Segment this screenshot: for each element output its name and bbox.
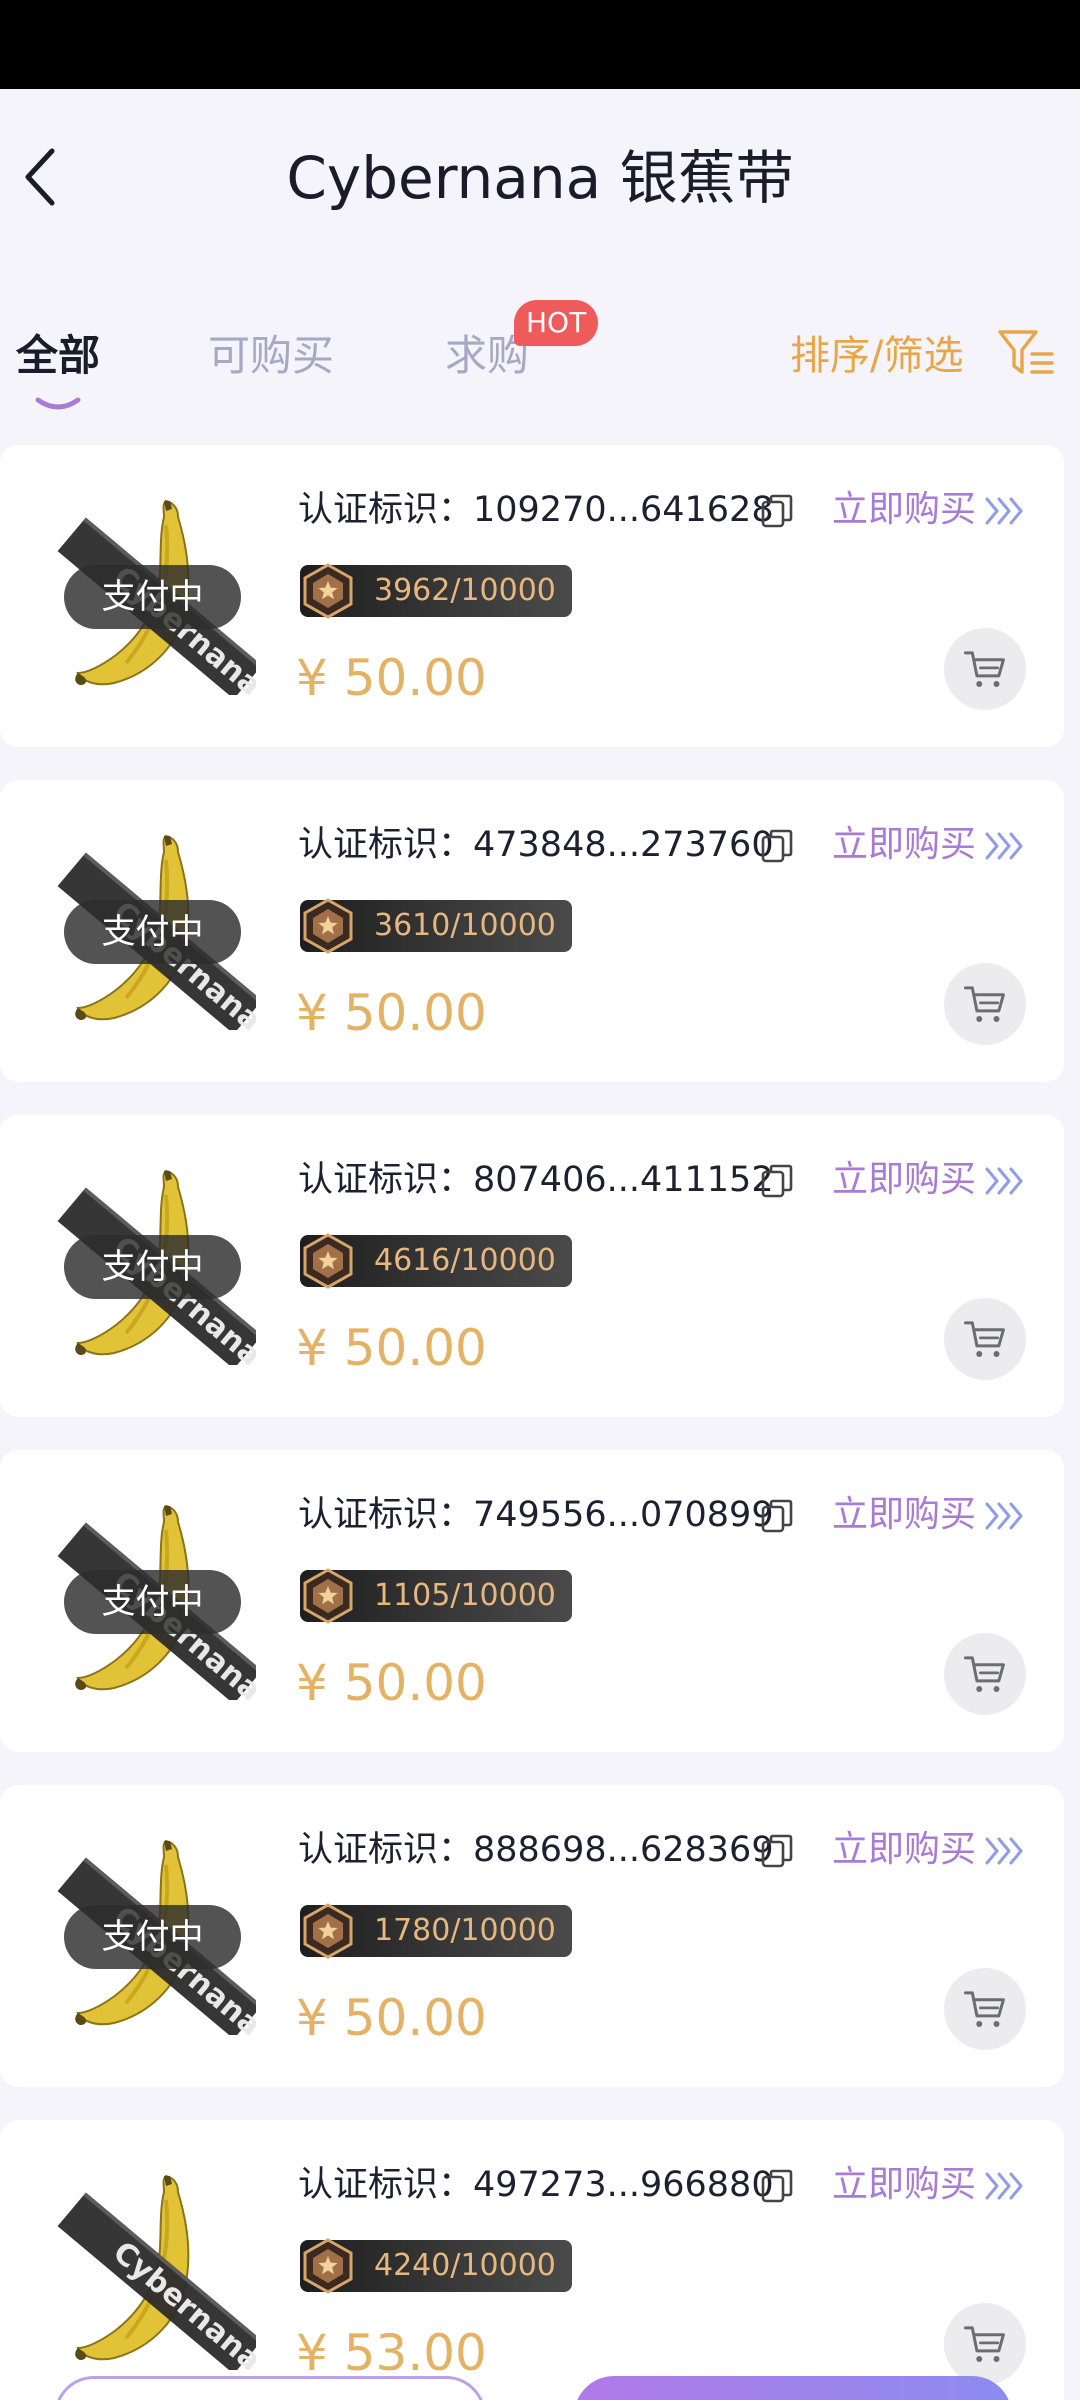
add-to-cart-button[interactable]	[944, 2303, 1026, 2385]
buy-now-link[interactable]: 立即购买	[832, 820, 976, 870]
bottom-secondary-button[interactable]	[54, 2376, 486, 2400]
price: ¥ 50.00	[296, 984, 487, 1042]
cart-icon	[962, 1651, 1008, 1697]
triple-chevron-right-icon[interactable]	[984, 495, 1026, 527]
cert-id: 认证标识：888698...628369	[298, 1830, 774, 1870]
cart-icon	[962, 646, 1008, 692]
cart-icon	[962, 1316, 1008, 1362]
edition-badge: 4616/10000	[300, 1235, 572, 1287]
buy-now-link[interactable]: 立即购买	[832, 1490, 976, 1540]
cert-id: 认证标识：749556...070899	[298, 1495, 774, 1535]
list-item[interactable]: 支付中 认证标识：109270...641628 立即购买 3962/10000…	[0, 445, 1064, 747]
edition-number: 3962/10000	[374, 573, 556, 608]
cart-icon	[962, 981, 1008, 1027]
cert-id: 认证标识：473848...273760	[298, 825, 774, 865]
edition-badge: 3962/10000	[300, 565, 572, 617]
hexagon-star-icon	[300, 1232, 356, 1290]
price: ¥ 50.00	[296, 1989, 487, 2047]
edition-number: 4240/10000	[374, 2248, 556, 2283]
hexagon-star-icon	[300, 2237, 356, 2295]
copy-icon[interactable]	[760, 1833, 794, 1869]
buy-now-link[interactable]: 立即购买	[832, 485, 976, 535]
price: ¥ 50.00	[296, 1319, 487, 1377]
buy-now-link[interactable]: 立即购买	[832, 1155, 976, 1205]
list-item[interactable]: 认证标识：497273...966880 立即购买 4240/10000 ¥ 5…	[0, 2120, 1064, 2400]
tab-all[interactable]: 全部	[16, 326, 100, 386]
edition-number: 1105/10000	[374, 1578, 556, 1613]
status-badge: 支付中	[64, 1235, 241, 1299]
cert-id: 认证标识：497273...966880	[298, 2165, 774, 2205]
hot-badge: HOT	[514, 300, 599, 346]
edition-badge: 1105/10000	[300, 1570, 572, 1622]
tab-active-indicator	[35, 397, 81, 410]
copy-icon[interactable]	[760, 493, 794, 529]
status-badge: 支付中	[64, 1905, 241, 1969]
status-bar	[0, 0, 1080, 89]
cert-id: 认证标识：807406...411152	[298, 1160, 774, 1200]
cert-id: 认证标识：109270...641628	[298, 490, 774, 530]
copy-icon[interactable]	[760, 1498, 794, 1534]
add-to-cart-button[interactable]	[944, 963, 1026, 1045]
add-to-cart-button[interactable]	[944, 1633, 1026, 1715]
list-item[interactable]: 支付中 认证标识：807406...411152 立即购买 4616/10000…	[0, 1115, 1064, 1417]
price: ¥ 50.00	[296, 649, 487, 707]
hexagon-star-icon	[300, 1902, 356, 1960]
edition-badge: 1780/10000	[300, 1905, 572, 1957]
hexagon-star-icon	[300, 1567, 356, 1625]
copy-icon[interactable]	[760, 2168, 794, 2204]
edition-badge: 3610/10000	[300, 900, 572, 952]
hexagon-star-icon	[300, 562, 356, 620]
price: ¥ 50.00	[296, 1654, 487, 1712]
cart-icon	[962, 2321, 1008, 2367]
page-title: Cybernana 银蕉带	[286, 144, 794, 212]
cart-icon	[962, 1986, 1008, 2032]
edition-number: 1780/10000	[374, 1913, 556, 1948]
banana-thumbnail	[56, 2170, 256, 2370]
add-to-cart-button[interactable]	[944, 1968, 1026, 2050]
edition-number: 4616/10000	[374, 1243, 556, 1278]
triple-chevron-right-icon[interactable]	[984, 2170, 1026, 2202]
buy-now-link[interactable]: 立即购买	[832, 2160, 976, 2210]
status-badge: 支付中	[64, 1570, 241, 1634]
hexagon-star-icon	[300, 897, 356, 955]
triple-chevron-right-icon[interactable]	[984, 1500, 1026, 1532]
edition-badge: 4240/10000	[300, 2240, 572, 2292]
status-badge: 支付中	[64, 900, 241, 964]
add-to-cart-button[interactable]	[944, 1298, 1026, 1380]
triple-chevron-right-icon[interactable]	[984, 1835, 1026, 1867]
triple-chevron-right-icon[interactable]	[984, 830, 1026, 862]
tab-purchasable[interactable]: 可购买	[208, 326, 334, 386]
bottom-primary-button[interactable]	[574, 2376, 1012, 2400]
buy-now-link[interactable]: 立即购买	[832, 1825, 976, 1875]
triple-chevron-right-icon[interactable]	[984, 1165, 1026, 1197]
list-item[interactable]: 支付中 认证标识：888698...628369 立即购买 1780/10000…	[0, 1785, 1064, 2087]
copy-icon[interactable]	[760, 1163, 794, 1199]
filter-icon[interactable]	[996, 326, 1056, 382]
edition-number: 3610/10000	[374, 908, 556, 943]
copy-icon[interactable]	[760, 828, 794, 864]
list-item[interactable]: 支付中 认证标识：473848...273760 立即购买 3610/10000…	[0, 780, 1064, 1082]
add-to-cart-button[interactable]	[944, 628, 1026, 710]
status-badge: 支付中	[64, 565, 241, 629]
list-item[interactable]: 支付中 认证标识：749556...070899 立即购买 1105/10000…	[0, 1450, 1064, 1752]
sort-filter-button[interactable]: 排序/筛选	[790, 326, 963, 386]
